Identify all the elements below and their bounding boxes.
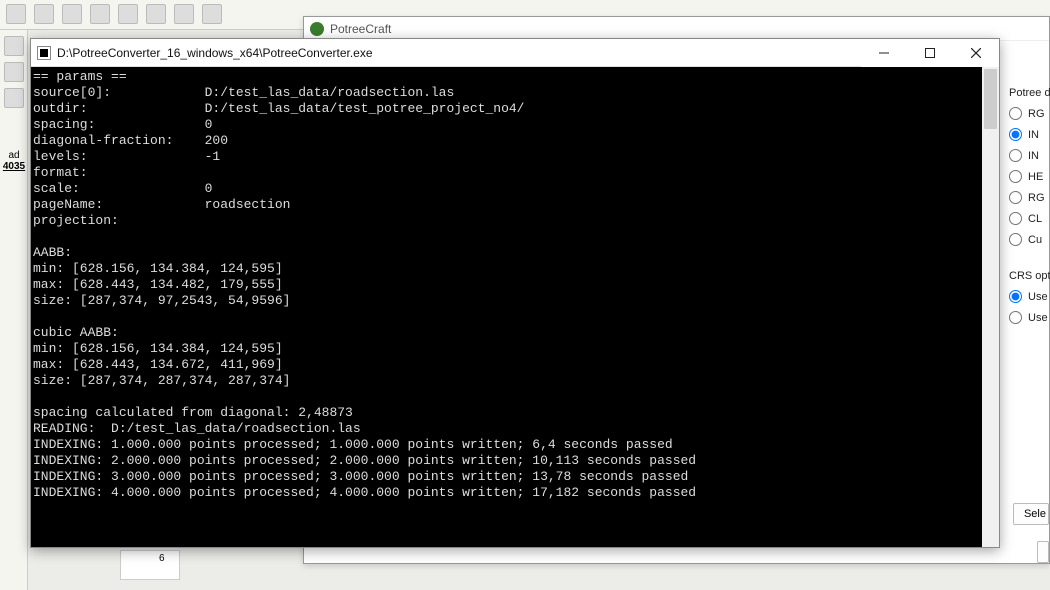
radio-label: HE (1028, 171, 1043, 183)
ok-button-stub[interactable] (1037, 541, 1049, 563)
toolbar-icon[interactable] (202, 4, 222, 24)
radio-label: Use (1028, 312, 1048, 324)
radio-input[interactable] (1009, 170, 1022, 183)
qgis-icon (310, 22, 324, 36)
console-body: == params == source[0]: D:/test_las_data… (31, 67, 999, 547)
maximize-button[interactable] (907, 39, 953, 67)
console-titlebar[interactable]: D:\PotreeConverter_16_windows_x64\Potree… (31, 39, 999, 67)
radio-input[interactable] (1009, 107, 1022, 120)
radio-label: Use (1028, 291, 1048, 303)
radio-option-in[interactable]: IN (1009, 145, 1049, 166)
radio-option-use[interactable]: Use (1009, 286, 1049, 307)
close-icon (971, 48, 981, 58)
toolbar-icon[interactable] (6, 4, 26, 24)
console-window: D:\PotreeConverter_16_windows_x64\Potree… (30, 38, 1000, 548)
radio-input[interactable] (1009, 290, 1022, 303)
scroll-thumb[interactable] (984, 69, 997, 129)
select-button[interactable]: Sele (1013, 503, 1049, 525)
side-tool-icon[interactable] (4, 88, 24, 108)
radio-option-use[interactable]: Use (1009, 307, 1049, 328)
maximize-icon (925, 48, 935, 58)
group-label-crs: CRS optio (1009, 268, 1049, 286)
side-tool-icon[interactable] (4, 36, 24, 56)
side-tool-icon[interactable] (4, 62, 24, 82)
radio-input[interactable] (1009, 212, 1022, 225)
group-label-colorscheme: Potree de (1009, 85, 1049, 103)
radio-option-he[interactable]: HE (1009, 166, 1049, 187)
radio-input[interactable] (1009, 311, 1022, 324)
radio-input[interactable] (1009, 149, 1022, 162)
left-toolbar: ad 4035 (0, 30, 28, 590)
radio-option-cu[interactable]: Cu (1009, 229, 1049, 250)
console-title: D:\PotreeConverter_16_windows_x64\Potree… (57, 46, 373, 60)
radio-input[interactable] (1009, 233, 1022, 246)
radio-option-rg[interactable]: RG (1009, 187, 1049, 208)
radio-option-rg[interactable]: RG (1009, 103, 1049, 124)
ruler: 6 (120, 550, 180, 580)
radio-option-in[interactable]: IN (1009, 124, 1049, 145)
window-controls (861, 39, 999, 67)
right-panel: Potree de RG IN IN HE RG CL Cu CRS optio Use Us… (1009, 85, 1049, 555)
radio-label: Cu (1028, 234, 1042, 246)
radio-input[interactable] (1009, 191, 1022, 204)
radio-label: IN (1028, 150, 1039, 162)
minimize-button[interactable] (861, 39, 907, 67)
potreecraft-title: PotreeCraft (330, 22, 391, 36)
toolbar-icon[interactable] (34, 4, 54, 24)
console-app-icon (37, 46, 51, 60)
radio-input[interactable] (1009, 128, 1022, 141)
scrollbar[interactable] (982, 67, 999, 547)
console-output: == params == source[0]: D:/test_las_data… (31, 67, 982, 547)
toolbar-icon[interactable] (118, 4, 138, 24)
toolbar-icon[interactable] (174, 4, 194, 24)
radio-label: RG (1028, 108, 1045, 120)
close-button[interactable] (953, 39, 999, 67)
minimize-icon (879, 48, 889, 58)
radio-label: IN (1028, 129, 1039, 141)
radio-option-cl[interactable]: CL (1009, 208, 1049, 229)
side-label: ad 4035 (0, 150, 28, 172)
radio-label: CL (1028, 213, 1042, 225)
radio-label: RG (1028, 192, 1045, 204)
toolbar-icon[interactable] (90, 4, 110, 24)
toolbar-icon[interactable] (62, 4, 82, 24)
toolbar-icon[interactable] (146, 4, 166, 24)
